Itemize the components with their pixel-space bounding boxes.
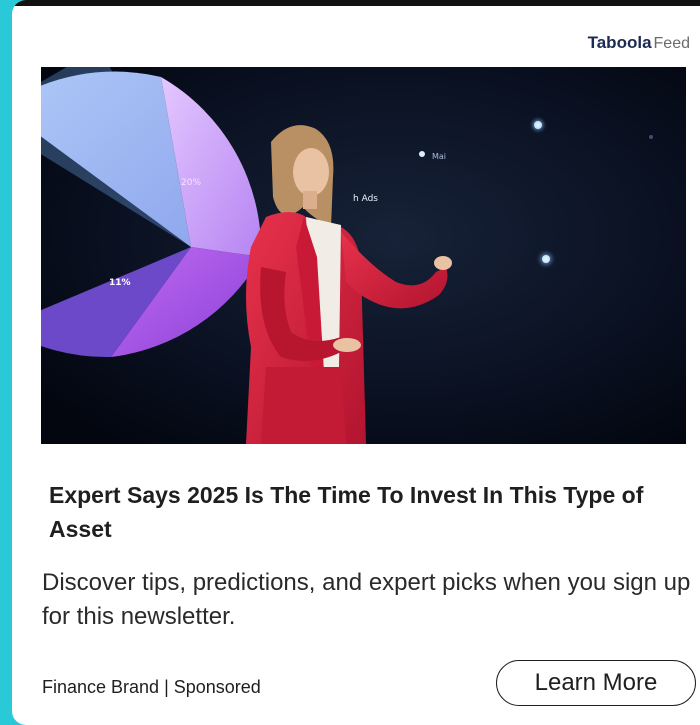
- ad-network-name: Taboola: [587, 33, 652, 52]
- learn-more-button[interactable]: Learn More: [496, 660, 696, 706]
- pie-label-20: 20%: [181, 178, 201, 188]
- ad-headline[interactable]: Expert Says 2025 Is The Time To Invest I…: [49, 478, 669, 546]
- screen-label-mai: Mai: [432, 152, 446, 161]
- pie-label-11: 11%: [109, 278, 131, 288]
- top-dark-strip: [12, 0, 700, 6]
- advertiser-sponsored-label[interactable]: Finance Brand | Sponsored: [42, 677, 261, 698]
- hero-illustration: 20% 11% Mai h Ads: [41, 67, 686, 444]
- ad-description: Discover tips, predictions, and expert p…: [42, 569, 691, 630]
- screen-label-ads: h Ads: [353, 194, 378, 204]
- hero-image[interactable]: 20% 11% Mai h Ads: [41, 67, 686, 444]
- ad-network-suffix: Feed: [653, 35, 690, 52]
- ad-network-logo[interactable]: Taboola Feed: [588, 33, 690, 53]
- sponsored-ad-card[interactable]: Taboola Feed 20% 11% Mai h Ads Expert Sa…: [12, 0, 700, 725]
